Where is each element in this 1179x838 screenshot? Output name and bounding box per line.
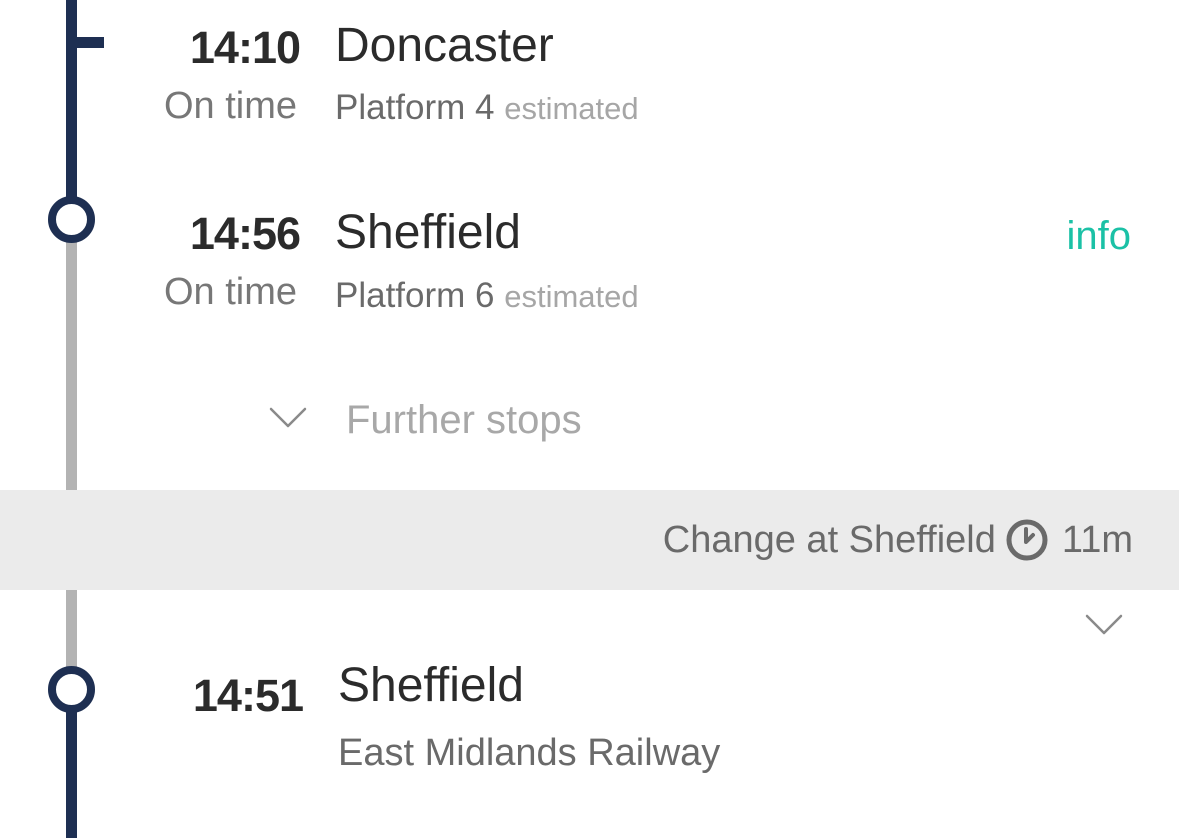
chevron-down-icon [268,405,308,436]
platform-estimated-note: estimated [504,91,639,126]
platform-number: Platform 6 [335,276,495,315]
expand-leg-button[interactable] [1084,612,1124,643]
chevron-down-icon [1084,614,1124,642]
platform-estimated-note: estimated [504,279,639,314]
change-banner: Change at Sheffield 11m [0,490,1179,590]
platform-number: Platform 4 [335,88,495,127]
platform-info: Platform 6 estimated [335,276,639,316]
station-name: Sheffield [338,659,524,712]
station-info-link[interactable]: info [1067,214,1132,259]
departure-time: 14:56 [189,208,301,259]
change-duration: 11m [1061,518,1133,561]
station-name: Doncaster [335,19,554,72]
departure-time: 14:10 [189,22,301,73]
platform-info: Platform 4 estimated [335,88,639,128]
clock-icon [1004,517,1050,563]
station-name: Sheffield [335,206,521,259]
further-stops-label: Further stops [346,397,582,442]
further-stops-toggle[interactable]: Further stops [268,390,582,450]
change-label: Change at Sheffield [662,518,996,561]
operator-name: East Midlands Railway [338,732,721,774]
running-status: On time [163,85,297,127]
departure-time: 14:51 [192,670,304,721]
running-status: On time [163,271,297,313]
